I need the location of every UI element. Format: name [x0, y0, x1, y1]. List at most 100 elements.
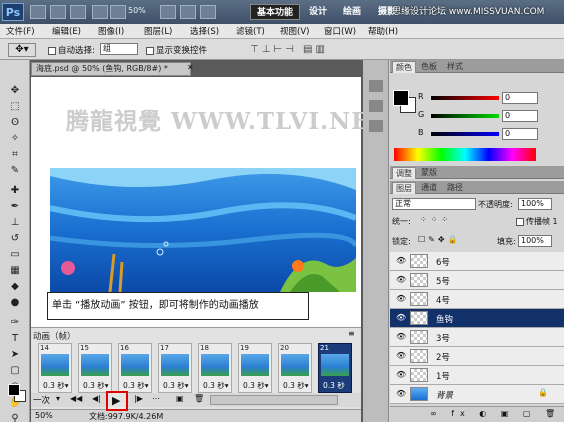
- tween-icon[interactable]: ⋯: [152, 394, 160, 403]
- color-spectrum[interactable]: [394, 148, 536, 161]
- layer-row[interactable]: 👁 3号: [390, 328, 564, 347]
- animation-frame[interactable]: 15 0.3 秒▾: [78, 343, 112, 393]
- tab-layers[interactable]: 图层: [392, 182, 416, 194]
- lock-buttons[interactable]: ☐✎✥🔒: [418, 235, 461, 244]
- tab-paths[interactable]: 路径: [444, 182, 466, 194]
- status-zoom[interactable]: 50%: [35, 411, 53, 420]
- character-panel-icon[interactable]: [369, 120, 383, 132]
- animation-frame[interactable]: 16 0.3 秒▾: [118, 343, 152, 393]
- visibility-eye-icon[interactable]: 👁: [396, 370, 406, 379]
- delete-frame-icon[interactable]: 🗑: [194, 394, 204, 403]
- marquee-tool-icon[interactable]: ⬚: [8, 100, 22, 113]
- layer-row-selected[interactable]: 👁 鱼钩: [390, 309, 564, 328]
- opacity-input[interactable]: 100%: [518, 198, 552, 210]
- r-slider[interactable]: [431, 96, 499, 100]
- animation-frame[interactable]: 18 0.3 秒▾: [198, 343, 232, 393]
- first-frame-icon[interactable]: ◀◀: [70, 394, 82, 403]
- frames-scrollbar[interactable]: [210, 395, 338, 405]
- workspace-painting[interactable]: 绘画: [337, 4, 367, 20]
- b-value[interactable]: 0: [502, 128, 538, 140]
- dodge-tool-icon[interactable]: ●: [8, 296, 22, 309]
- actions-panel-icon[interactable]: [369, 100, 383, 112]
- visibility-eye-icon[interactable]: 👁: [396, 275, 406, 284]
- animation-frame[interactable]: 14 0.3 秒▾: [38, 343, 72, 393]
- tab-channels[interactable]: 通道: [418, 182, 440, 194]
- layer-row[interactable]: 👁 1号: [390, 366, 564, 385]
- layer-row[interactable]: 👁 5号: [390, 271, 564, 290]
- bridge-icon[interactable]: [30, 5, 46, 19]
- g-slider[interactable]: [431, 114, 499, 118]
- animation-frame[interactable]: 20 0.3 秒▾: [278, 343, 312, 393]
- visibility-eye-icon[interactable]: 👁: [396, 332, 406, 341]
- tab-masks[interactable]: 蒙版: [418, 167, 440, 179]
- g-value[interactable]: 0: [502, 110, 538, 122]
- prev-frame-icon[interactable]: ◀|: [92, 394, 101, 403]
- layer-row[interactable]: 👁 2号: [390, 347, 564, 366]
- loop-select[interactable]: 一次: [33, 394, 50, 406]
- hand-tool-icon[interactable]: [110, 5, 126, 19]
- shape-tool-icon[interactable]: ▢: [8, 364, 22, 377]
- path-select-icon[interactable]: ➤: [8, 348, 22, 361]
- zoom-icon[interactable]: ⚲: [8, 412, 22, 422]
- mini-bridge-icon[interactable]: [50, 5, 66, 19]
- animation-frame-selected[interactable]: 21 0.3 秒: [318, 343, 352, 393]
- workspace-design[interactable]: 设计: [303, 4, 333, 20]
- menu-layer[interactable]: 图层(L): [144, 25, 172, 37]
- rotate-view-icon[interactable]: [160, 5, 176, 19]
- tab-swatches[interactable]: 色板: [418, 61, 440, 73]
- gradient-tool-icon[interactable]: ▦: [8, 264, 22, 277]
- clone-stamp-icon[interactable]: ⊥: [8, 216, 22, 229]
- eraser-icon[interactable]: ▭: [8, 248, 22, 261]
- show-transform-checkbox[interactable]: 显示变换控件: [146, 44, 207, 56]
- document-tab[interactable]: 海底.psd @ 50% (鱼钩, RGB/8#) *: [31, 62, 191, 76]
- tab-color[interactable]: 颜色: [392, 61, 416, 73]
- history-brush-icon[interactable]: ↺: [8, 232, 22, 245]
- animation-frame[interactable]: 17 0.3 秒▾: [158, 343, 192, 393]
- close-tab-icon[interactable]: ✕: [187, 63, 194, 72]
- panel-menu-icon[interactable]: ≡: [348, 329, 355, 338]
- new-frame-icon[interactable]: ▣: [176, 394, 184, 403]
- menu-filter[interactable]: 滤镜(T): [236, 25, 265, 37]
- magic-wand-icon[interactable]: ✧: [8, 132, 22, 145]
- tab-styles[interactable]: 样式: [444, 61, 466, 73]
- visibility-eye-icon[interactable]: 👁: [396, 256, 406, 265]
- menu-window[interactable]: 窗口(W): [324, 25, 356, 37]
- visibility-eye-icon[interactable]: 👁: [396, 294, 406, 303]
- menu-image[interactable]: 图像(I): [98, 25, 124, 37]
- zoom-level-select[interactable]: 50%: [128, 6, 146, 15]
- foreground-color[interactable]: [8, 384, 20, 396]
- unify-buttons[interactable]: ⁘⁘⁘: [420, 215, 452, 224]
- pen-tool-icon[interactable]: ✑: [8, 316, 22, 329]
- menu-file[interactable]: 文件(F): [6, 25, 35, 37]
- layer-row-background[interactable]: 👁 背景 🔒: [390, 385, 564, 404]
- auto-select-checkbox[interactable]: 自动选择:: [48, 44, 95, 56]
- b-slider[interactable]: [431, 132, 499, 136]
- zoom-tool-icon[interactable]: [92, 5, 108, 19]
- visibility-eye-icon[interactable]: 👁: [396, 351, 406, 360]
- eyedropper-icon[interactable]: ✎: [8, 164, 22, 177]
- move-tool-preset[interactable]: ✥▾: [8, 43, 36, 57]
- r-value[interactable]: 0: [502, 92, 538, 104]
- animation-frame[interactable]: 19 0.3 秒▾: [238, 343, 272, 393]
- brush-tool-icon[interactable]: ✒: [8, 200, 22, 213]
- propagate-checkbox[interactable]: 传播帧 1: [516, 216, 558, 227]
- blend-mode-select[interactable]: 正常: [392, 198, 476, 210]
- fg-color-swatch[interactable]: [393, 90, 409, 106]
- next-frame-icon[interactable]: |▶: [134, 394, 143, 403]
- play-animation-button[interactable]: ▶: [106, 391, 128, 411]
- visibility-eye-icon[interactable]: 👁: [396, 389, 406, 398]
- layer-row[interactable]: 👁 4号: [390, 290, 564, 309]
- menu-help[interactable]: 帮助(H): [368, 25, 398, 37]
- align-buttons[interactable]: ⊤⊥⊢⊣ ▤▥: [250, 44, 328, 55]
- crop-tool-icon[interactable]: ⌗: [8, 148, 22, 161]
- history-panel-icon[interactable]: [369, 80, 383, 92]
- healing-brush-icon[interactable]: ✚: [8, 184, 22, 197]
- arrange-docs-icon[interactable]: [180, 5, 196, 19]
- lasso-tool-icon[interactable]: ʘ: [8, 116, 22, 129]
- auto-select-dropdown[interactable]: 组: [100, 43, 138, 55]
- move-tool-icon[interactable]: ✥: [8, 84, 22, 97]
- blur-tool-icon[interactable]: ◆: [8, 280, 22, 293]
- menu-select[interactable]: 选择(S): [190, 25, 219, 37]
- menu-view[interactable]: 视图(V): [280, 25, 309, 37]
- fill-input[interactable]: 100%: [518, 235, 552, 247]
